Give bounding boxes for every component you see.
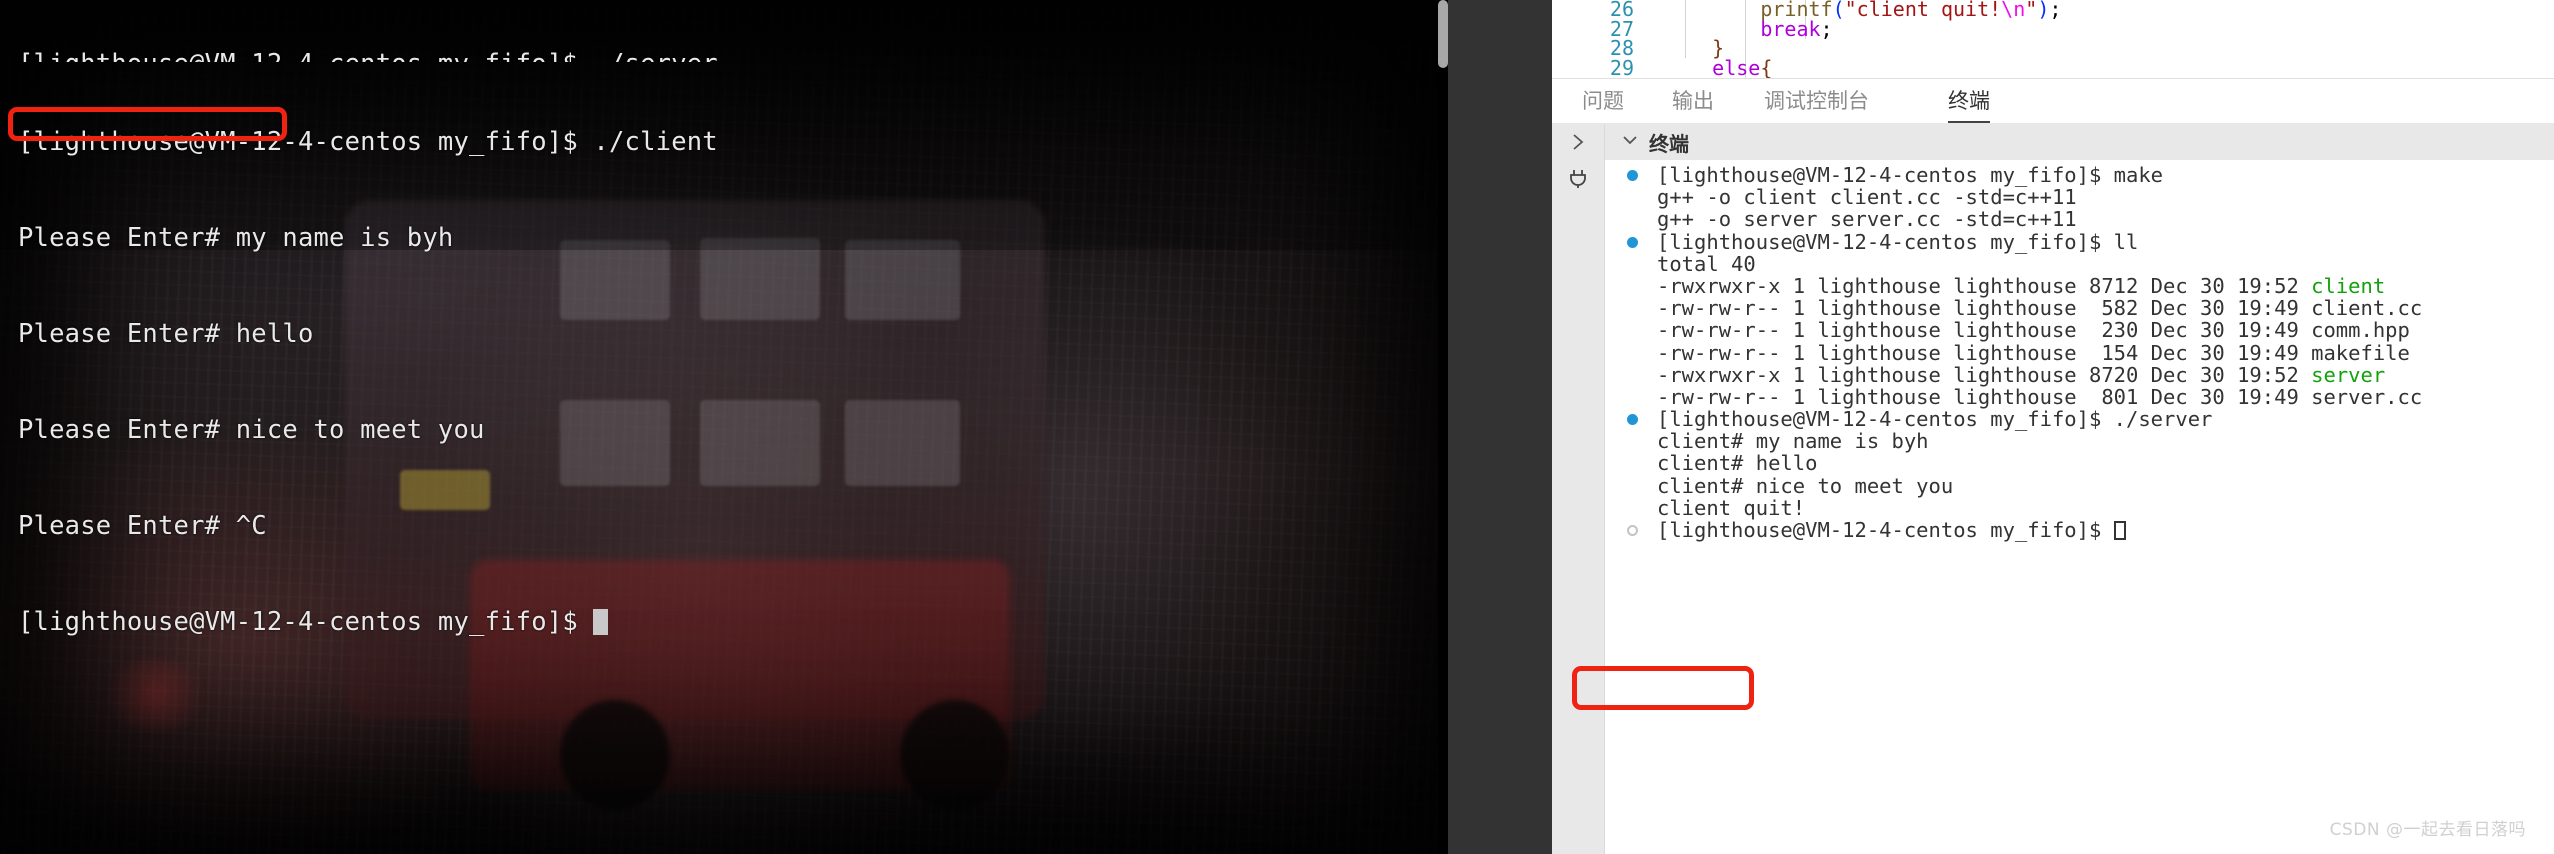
code-editor[interactable]: 26 printf("client quit!\n"); 27 break; 28 … bbox=[1552, 0, 2554, 78]
tab-terminal[interactable]: 终端 bbox=[1948, 79, 1990, 123]
terminal-line-text: [lighthouse@VM-12-4-centos my_fifo]$ bbox=[1657, 518, 2114, 542]
terminal-line: [lighthouse@VM-12-4-centos my_fifo]$ mak… bbox=[1605, 164, 2554, 186]
terminal-line-text: client quit! bbox=[1657, 495, 1806, 520]
terminal-line: client# hello bbox=[1605, 452, 2554, 474]
terminal-line-text: -rwxrwxr-x 1 lighthouse lighthouse 8712 … bbox=[1657, 273, 2312, 298]
terminal-line-text: client# my name is byh bbox=[1657, 429, 1929, 454]
terminal-line: total 40 bbox=[1605, 253, 2554, 275]
terminal-line: [lighthouse@VM-12-4-centos my_fifo]$ bbox=[1605, 519, 2554, 541]
terminal-line: client# my name is byh bbox=[1605, 430, 2554, 452]
code-line: 29 else{ bbox=[1552, 55, 2554, 79]
terminal-line-highlighted: Please Enter# ^C bbox=[18, 511, 267, 541]
terminal-line: -rw-rw-r-- 1 lighthouse lighthouse 230 D… bbox=[1605, 319, 2554, 341]
terminal-scrollbar-thumb[interactable] bbox=[1438, 0, 1448, 68]
terminal-sidebar[interactable] bbox=[1552, 124, 1604, 854]
terminal-line: -rw-rw-r-- 1 lighthouse lighthouse 582 D… bbox=[1605, 297, 2554, 319]
chevron-down-icon[interactable] bbox=[1621, 131, 1639, 154]
terminal-line-text: -rw-rw-r-- 1 lighthouse lighthouse 230 D… bbox=[1657, 318, 2410, 343]
terminal-line: -rwxrwxr-x 1 lighthouse lighthouse 8720 … bbox=[1605, 364, 2554, 386]
terminal-line: g++ -o client client.cc -std=c++11 bbox=[1605, 186, 2554, 208]
plug-icon[interactable] bbox=[1560, 160, 1596, 196]
client-terminal-pane[interactable]: [lighthouse@VM-12-4-centos my_fifo]$ ./s… bbox=[0, 0, 1443, 854]
terminal-line-text: -rw-rw-r-- 1 lighthouse lighthouse 154 D… bbox=[1657, 340, 2410, 365]
terminal-line-text: total 40 bbox=[1657, 251, 1756, 276]
vscode-terminal-output[interactable]: [lighthouse@VM-12-4-centos my_fifo]$ mak… bbox=[1605, 160, 2554, 854]
panel-tab-bar[interactable]: 问题 输出 调试控制台 终端 bbox=[1552, 79, 2554, 123]
terminal-line: -rwxrwxr-x 1 lighthouse lighthouse 8712 … bbox=[1605, 275, 2554, 297]
terminal-line-text: [lighthouse@VM-12-4-centos my_fifo]$ mak… bbox=[1657, 163, 2164, 187]
terminal-line-text: client# hello bbox=[1657, 451, 1818, 476]
terminal-line-text: client# nice to meet you bbox=[1657, 473, 1954, 498]
terminal-group-header[interactable]: 终端 bbox=[1605, 124, 2554, 160]
editor-dark-strip bbox=[1448, 0, 1552, 854]
tab-debug-console[interactable]: 调试控制台 bbox=[1764, 79, 1869, 123]
terminal-line: client quit! bbox=[1605, 497, 2554, 519]
executable-filename: client bbox=[2311, 273, 2386, 298]
terminal-prompt: [lighthouse@VM-12-4-centos my_fifo]$ bbox=[18, 607, 594, 637]
tab-output[interactable]: 输出 bbox=[1672, 79, 1714, 123]
csdn-watermark: CSDN @一起去看日落吗 bbox=[2329, 820, 2526, 840]
terminal-line: -rw-rw-r-- 1 lighthouse lighthouse 154 D… bbox=[1605, 340, 2554, 365]
terminal-line: g++ -o server server.cc -std=c++11 bbox=[1605, 208, 2554, 230]
chevron-right-icon[interactable] bbox=[1560, 124, 1596, 160]
terminal-line-text: -rw-rw-r-- 1 lighthouse lighthouse 582 D… bbox=[1657, 296, 2423, 321]
command-marker-idle-icon bbox=[1627, 525, 1638, 536]
command-marker-icon bbox=[1627, 236, 1638, 248]
terminal-line: Please Enter# hello bbox=[18, 319, 314, 349]
terminal-line-clipped: [lighthouse@VM-12-4-centos my_fifo]$ ./s… bbox=[18, 48, 1443, 62]
tab-problems[interactable]: 问题 bbox=[1582, 79, 1624, 123]
terminal-line: client# nice to meet you bbox=[1605, 475, 2554, 497]
executable-filename: server bbox=[2311, 362, 2386, 387]
terminal-cursor bbox=[593, 609, 609, 635]
code-lines: 26 printf("client quit!\n"); 27 break; 28 … bbox=[1552, 0, 2554, 78]
terminal-line: Please Enter# my name is byh bbox=[18, 223, 454, 253]
terminal-panel[interactable]: 终端 [lighthouse@VM-12-4-centos my_fifo]$ … bbox=[1552, 124, 2554, 854]
client-terminal-output[interactable]: [lighthouse@VM-12-4-centos my_fifo]$ ./s… bbox=[0, 0, 1443, 702]
command-marker-icon bbox=[1627, 414, 1638, 426]
command-marker-icon bbox=[1627, 170, 1638, 181]
red-annotation-box-right bbox=[1572, 666, 1754, 710]
terminal-line-text: -rwxrwxr-x 1 lighthouse lighthouse 8720 … bbox=[1657, 362, 2312, 387]
terminal-line-text: [lighthouse@VM-12-4-centos my_fifo]$ ll bbox=[1657, 229, 2139, 254]
terminal-line: Please Enter# nice to meet you bbox=[18, 415, 485, 445]
red-annotation-box-left bbox=[8, 107, 287, 141]
terminal-line: [lighthouse@VM-12-4-centos my_fifo]$ ll bbox=[1605, 229, 2554, 254]
terminal-scrollbar-track[interactable] bbox=[1438, 0, 1448, 854]
terminal-line-text: g++ -o server server.cc -std=c++11 bbox=[1657, 207, 2077, 232]
code-text: else{ bbox=[1712, 55, 1773, 78]
terminal-line-text: g++ -o client client.cc -std=c++11 bbox=[1657, 185, 2077, 210]
screenshot-root: [lighthouse@VM-12-4-centos my_fifo]$ ./s… bbox=[0, 0, 2554, 854]
terminal-line: [lighthouse@VM-12-4-centos my_fifo]$ ./s… bbox=[1605, 408, 2554, 430]
terminal-prompt-line: [lighthouse@VM-12-4-centos my_fifo]$ bbox=[18, 606, 1443, 638]
vscode-window[interactable]: 26 printf("client quit!\n"); 27 break; 28 … bbox=[1552, 0, 2554, 854]
terminal-cursor bbox=[2113, 521, 2126, 540]
terminal-group-title: 终端 bbox=[1649, 131, 1689, 156]
terminal-line-text: [lighthouse@VM-12-4-centos my_fifo]$ ./s… bbox=[1657, 407, 2213, 432]
terminal-line: -rw-rw-r-- 1 lighthouse lighthouse 801 D… bbox=[1605, 386, 2554, 408]
line-number: 29 bbox=[1609, 55, 1634, 78]
terminal-line-text: -rw-rw-r-- 1 lighthouse lighthouse 801 D… bbox=[1657, 384, 2423, 409]
